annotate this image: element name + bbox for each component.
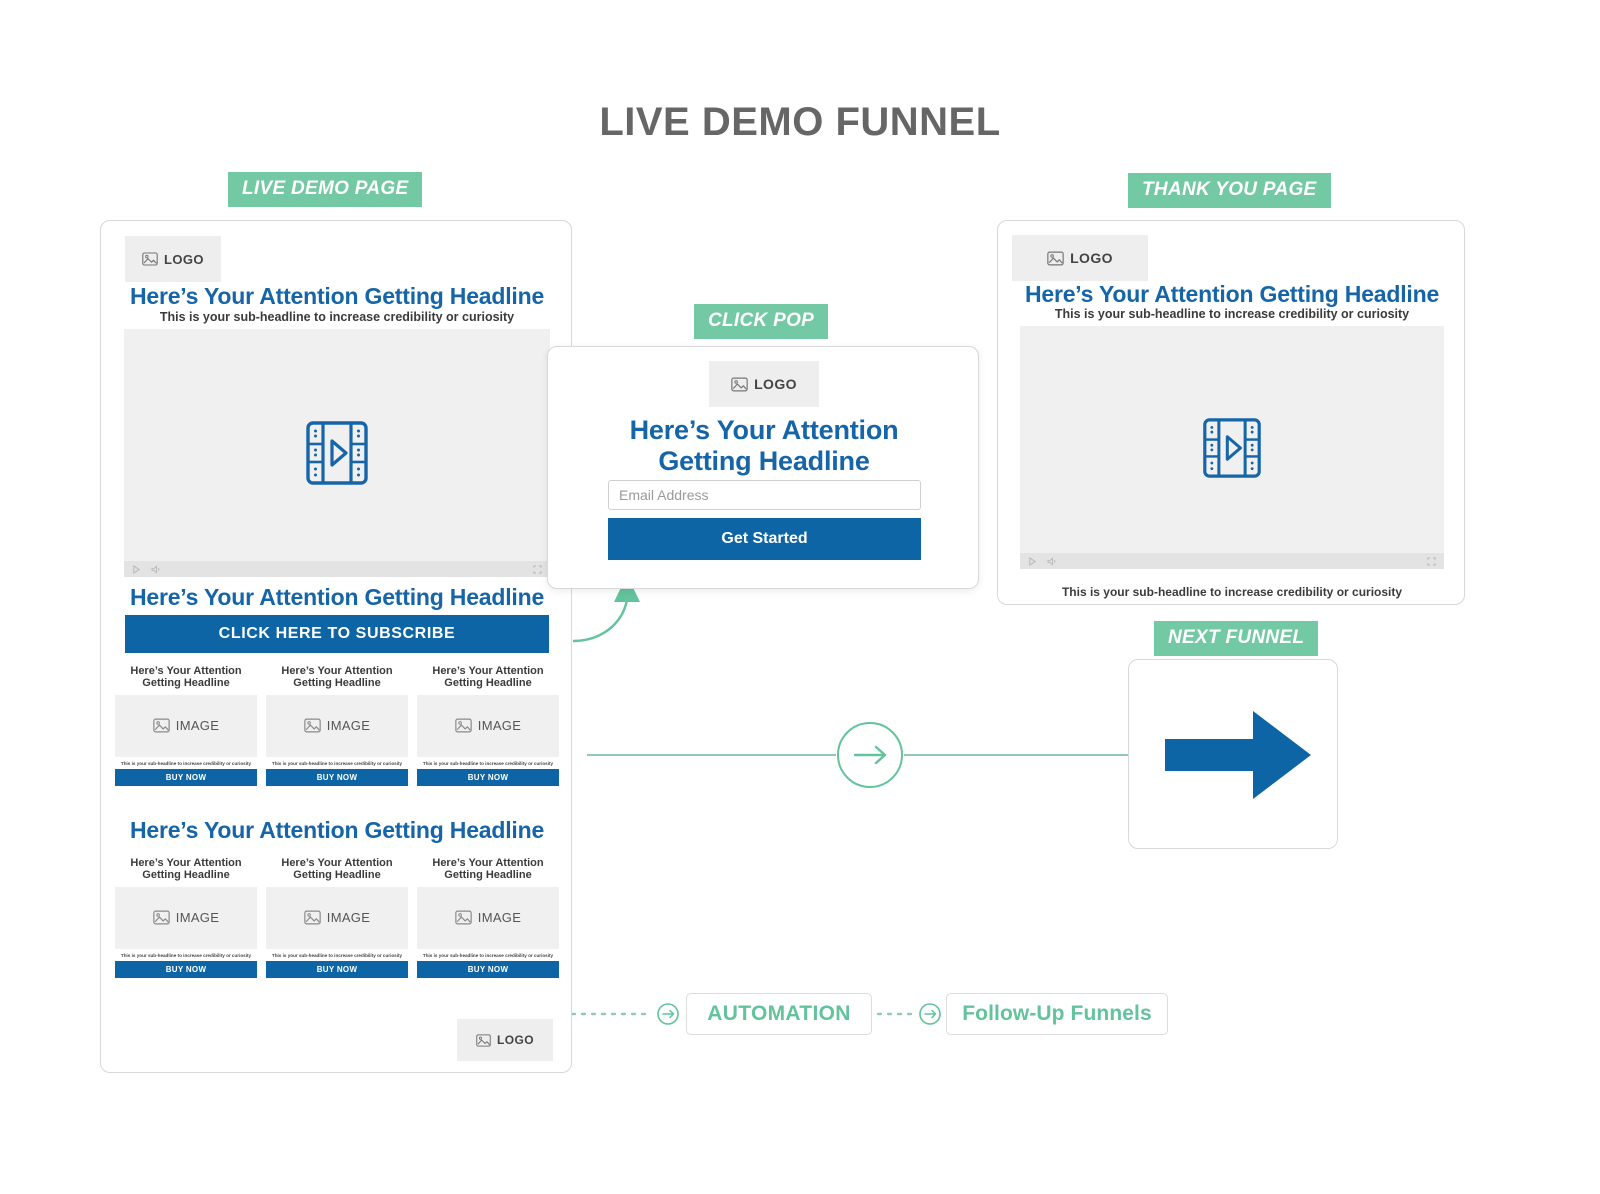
demo-footer-logo-label: LOGO <box>497 1033 534 1047</box>
email-input[interactable] <box>608 480 921 510</box>
clickpop-headline-line1: Here’s Your Attention <box>629 415 899 445</box>
volume-icon[interactable] <box>1047 556 1057 566</box>
card-image-label: IMAGE <box>326 910 371 926</box>
clickpop-headline-line2: Getting Headline <box>658 445 870 476</box>
thankyou-logo-label: LOGO <box>1070 250 1113 266</box>
page-title: LIVE DEMO FUNNEL <box>599 100 1001 144</box>
card-image-placeholder: IMAGE <box>417 694 559 757</box>
play-icon[interactable] <box>1028 556 1037 566</box>
image-placeholder-icon <box>1047 251 1064 265</box>
card-image-label: IMAGE <box>477 718 522 734</box>
card-title: Here’s Your Attention Getting Headline <box>281 665 393 690</box>
thankyou-subheadline: This is your sub-headline to increase cr… <box>1054 307 1410 321</box>
card-subheadline: This is your sub-headline to increase cr… <box>422 760 554 766</box>
buy-now-button[interactable]: BUY NOW <box>115 768 257 786</box>
volume-icon[interactable] <box>151 564 161 574</box>
clickpop-logo-label: LOGO <box>754 376 797 392</box>
card-title: Here’s Your Attention Getting Headline <box>130 665 242 690</box>
subscribe-button[interactable]: CLICK HERE TO SUBSCRIBE <box>125 615 549 653</box>
image-placeholder-icon <box>153 718 170 733</box>
buy-now-button[interactable]: BUY NOW <box>266 768 408 786</box>
clickpop-headline: Here’s Your Attention Getting Headline <box>568 415 960 477</box>
demo-subheadline: This is your sub-headline to increase cr… <box>159 310 515 324</box>
card-image-label: IMAGE <box>175 910 220 926</box>
label-click-pop: CLICK POP <box>694 304 829 339</box>
card-title: Here’s Your Attention Getting Headline <box>432 857 544 882</box>
product-card[interactable]: Here’s Your Attention Getting Headline I… <box>417 857 559 978</box>
card-subheadline: This is your sub-headline to increase cr… <box>271 760 403 766</box>
card-title: Here’s Your Attention Getting Headline <box>281 857 393 882</box>
fullscreen-icon[interactable] <box>533 564 542 574</box>
live-demo-page-panel: LOGO Here’s Your Attention Getting Headl… <box>100 220 572 1073</box>
product-cards-row-1: Here’s Your Attention Getting Headline I… <box>115 665 559 786</box>
thank-you-page-panel: LOGO Here’s Your Attention Getting Headl… <box>997 220 1465 605</box>
product-card[interactable]: Here’s Your Attention Getting Headline I… <box>266 857 408 978</box>
card-image-label: IMAGE <box>326 718 371 734</box>
demo-video-player[interactable] <box>124 329 550 577</box>
card-image-label: IMAGE <box>175 718 220 734</box>
next-funnel-panel[interactable] <box>1128 659 1338 849</box>
card-subheadline: This is your sub-headline to increase cr… <box>422 952 554 958</box>
thankyou-logo-placeholder: LOGO <box>1012 235 1148 281</box>
clickpop-logo-placeholder: LOGO <box>709 361 819 407</box>
image-placeholder-icon <box>304 718 321 733</box>
thankyou-video-player[interactable] <box>1020 326 1444 569</box>
card-image-placeholder: IMAGE <box>417 886 559 949</box>
product-card[interactable]: Here’s Your Attention Getting Headline I… <box>115 665 257 786</box>
card-image-placeholder: IMAGE <box>115 886 257 949</box>
card-image-placeholder: IMAGE <box>266 886 408 949</box>
label-next-funnel: NEXT FUNNEL <box>1154 621 1319 656</box>
video-controls-bar[interactable] <box>124 561 550 577</box>
card-subheadline: This is your sub-headline to increase cr… <box>120 760 252 766</box>
image-placeholder-icon <box>153 910 170 925</box>
image-placeholder-icon <box>476 1033 491 1047</box>
buy-now-button[interactable]: BUY NOW <box>417 768 559 786</box>
card-title: Here’s Your Attention Getting Headline <box>432 665 544 690</box>
card-subheadline: This is your sub-headline to increase cr… <box>120 952 252 958</box>
click-pop-modal: LOGO Here’s Your Attention Getting Headl… <box>547 346 979 589</box>
demo-logo-label: LOGO <box>164 251 204 267</box>
label-thank-you-page: THANK YOU PAGE <box>1128 173 1331 208</box>
buy-now-button[interactable]: BUY NOW <box>266 960 408 978</box>
demo-headline: Here’s Your Attention Getting Headline <box>129 283 545 309</box>
product-card[interactable]: Here’s Your Attention Getting Headline I… <box>266 665 408 786</box>
image-placeholder-icon <box>304 910 321 925</box>
buy-now-button[interactable]: BUY NOW <box>115 960 257 978</box>
get-started-button[interactable]: Get Started <box>608 518 921 560</box>
automation-box[interactable]: AUTOMATION <box>686 993 872 1035</box>
image-placeholder-icon <box>142 252 158 266</box>
fullscreen-icon[interactable] <box>1427 556 1436 566</box>
label-live-demo-page: LIVE DEMO PAGE <box>228 172 423 207</box>
card-image-placeholder: IMAGE <box>115 694 257 757</box>
follow-up-funnels-box[interactable]: Follow-Up Funnels <box>946 993 1168 1035</box>
card-image-placeholder: IMAGE <box>266 694 408 757</box>
video-controls-bar[interactable] <box>1020 553 1444 569</box>
card-subheadline: This is your sub-headline to increase cr… <box>271 952 403 958</box>
product-card[interactable]: Here’s Your Attention Getting Headline I… <box>115 857 257 978</box>
demo-cta-headline: Here’s Your Attention Getting Headline <box>129 584 545 610</box>
image-placeholder-icon <box>455 910 472 925</box>
play-icon[interactable] <box>132 564 141 574</box>
product-cards-row-2: Here’s Your Attention Getting Headline I… <box>115 857 559 978</box>
video-play-icon <box>306 421 368 485</box>
thankyou-footer-subheadline: This is your sub-headline to increase cr… <box>1061 585 1403 599</box>
card-image-label: IMAGE <box>477 910 522 926</box>
demo-logo-placeholder: LOGO <box>125 236 221 282</box>
next-funnel-arrow-icon <box>1165 711 1311 799</box>
image-placeholder-icon <box>455 718 472 733</box>
product-card[interactable]: Here’s Your Attention Getting Headline I… <box>417 665 559 786</box>
card-title: Here’s Your Attention Getting Headline <box>130 857 242 882</box>
demo-footer-logo-placeholder: LOGO <box>457 1019 553 1061</box>
buy-now-button[interactable]: BUY NOW <box>417 960 559 978</box>
thankyou-headline: Here’s Your Attention Getting Headline <box>1024 281 1440 307</box>
video-play-icon <box>1203 417 1261 478</box>
image-placeholder-icon <box>731 377 748 391</box>
demo-section2-headline: Here’s Your Attention Getting Headline <box>129 817 545 843</box>
